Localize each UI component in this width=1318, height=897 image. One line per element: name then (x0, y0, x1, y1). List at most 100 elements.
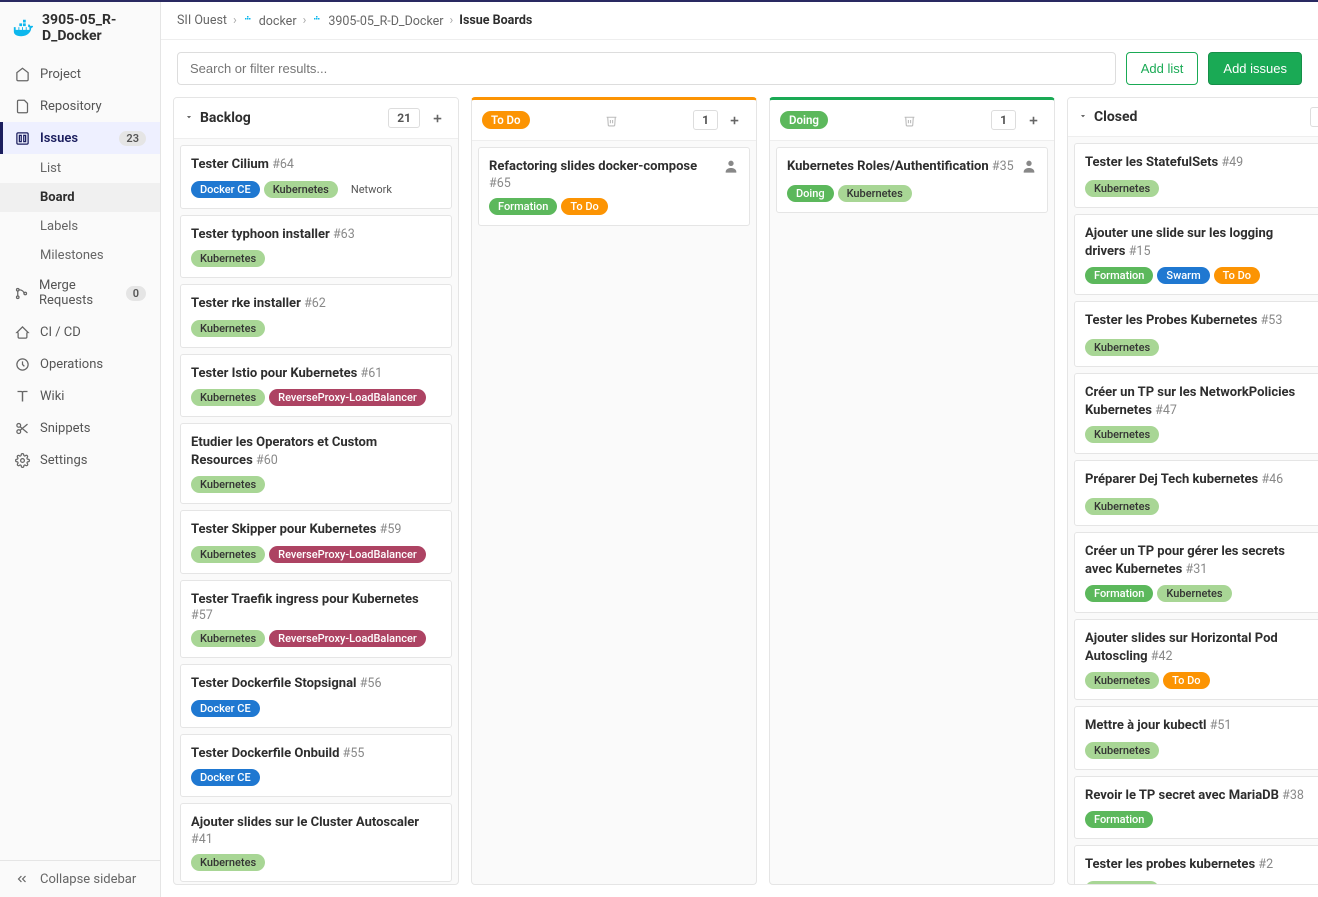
issue-card[interactable]: Tester Traefik ingress pour Kubernetes #… (180, 580, 452, 659)
nav-item-operations[interactable]: Operations (0, 348, 160, 380)
project-header[interactable]: 3905-05_R-D_Docker (0, 2, 160, 54)
label-pill[interactable]: To Do (1163, 672, 1209, 689)
breadcrumb-item[interactable]: docker (243, 12, 297, 29)
nav-item-ci-cd[interactable]: CI / CD (0, 316, 160, 348)
issue-card[interactable]: Tester les Probes Kubernetes #53 Kuberne… (1074, 301, 1318, 367)
column-title-pill: Doing (780, 111, 828, 129)
column-header: To Do 1 (472, 100, 756, 141)
sub-item-list[interactable]: List (0, 154, 160, 183)
card-labels: Kubernetes (191, 320, 441, 337)
label-pill[interactable]: Docker CE (191, 181, 260, 198)
label-pill[interactable]: Kubernetes (191, 854, 265, 871)
label-pill[interactable]: Doing (787, 185, 834, 202)
sub-item-milestones[interactable]: Milestones (0, 241, 160, 270)
caret-down-icon[interactable] (1078, 110, 1088, 125)
nav-item-wiki[interactable]: Wiki (0, 380, 160, 412)
column-delete-button[interactable] (899, 109, 921, 131)
column-title: Backlog (200, 110, 251, 126)
wiki-icon (14, 388, 30, 404)
issue-card[interactable]: Tester Skipper pour Kubernetes #59 Kuber… (180, 510, 452, 574)
issue-card[interactable]: Mettre à jour kubectl #51 Kubernetes (1074, 706, 1318, 770)
issue-card[interactable]: Tester Dockerfile Stopsignal #56 Docker … (180, 664, 452, 728)
issue-card[interactable]: Tester les StatefulSets #49 Kubernetes (1074, 143, 1318, 208)
issue-card[interactable]: Tester les probes kubernetes #2 Kubernet… (1074, 845, 1318, 884)
label-pill[interactable]: ReverseProxy-LoadBalancer (269, 389, 426, 406)
label-pill[interactable]: Kubernetes (1085, 672, 1159, 689)
label-pill[interactable]: ReverseProxy-LoadBalancer (269, 546, 426, 563)
issue-card[interactable]: Revoir le TP secret avec MariaDB #38 For… (1074, 776, 1318, 840)
column-count: 42 (1310, 107, 1318, 127)
label-pill[interactable]: Formation (1085, 267, 1153, 284)
label-pill[interactable]: Swarm (1157, 267, 1209, 284)
card-ref: #47 (1155, 403, 1177, 418)
issue-card[interactable]: Ajouter slides sur Horizontal Pod Autosc… (1074, 619, 1318, 700)
label-pill[interactable]: To Do (1214, 267, 1260, 284)
label-pill[interactable]: Kubernetes (264, 181, 338, 198)
nav-label: Settings (40, 453, 87, 468)
column-add-button[interactable] (1022, 109, 1044, 131)
label-pill[interactable]: Formation (1085, 811, 1153, 828)
nav-item-snippets[interactable]: Snippets (0, 412, 160, 444)
add-issues-button[interactable]: Add issues (1208, 52, 1302, 85)
issue-card[interactable]: Préparer Dej Tech kubernetes #46 Kuberne… (1074, 460, 1318, 526)
issue-card[interactable]: Ajouter slides sur le Cluster Autoscaler… (180, 803, 452, 882)
column-delete-button[interactable] (600, 109, 622, 131)
label-pill[interactable]: Kubernetes (191, 389, 265, 406)
issue-card[interactable]: Tester Cilium #64 Docker CEKubernetesNet… (180, 145, 452, 209)
label-pill[interactable]: Kubernetes (1085, 426, 1159, 443)
label-pill[interactable]: Kubernetes (1085, 742, 1159, 759)
breadcrumb-item[interactable]: 3905-05_R-D_Docker (312, 12, 443, 29)
label-pill[interactable]: Kubernetes (1157, 585, 1231, 602)
collapse-sidebar[interactable]: Collapse sidebar (0, 860, 160, 897)
add-list-button[interactable]: Add list (1126, 52, 1199, 85)
label-pill[interactable]: Formation (1085, 585, 1153, 602)
issue-card[interactable]: Créer un TP sur les NetworkPolicies Kube… (1074, 373, 1318, 454)
column-add-button[interactable] (426, 107, 448, 129)
column-body: Tester les StatefulSets #49 Kubernetes A… (1068, 137, 1318, 884)
card-labels: Kubernetes (1085, 180, 1318, 197)
issue-card[interactable]: Refactoring slides docker-compose #65 Fo… (478, 147, 750, 226)
sub-item-board[interactable]: Board (0, 183, 160, 212)
nav-item-repository[interactable]: Repository (0, 90, 160, 122)
issue-card[interactable]: Tester rke installer #62 Kubernetes (180, 284, 452, 348)
label-pill[interactable]: Kubernetes (191, 250, 265, 267)
card-title: Ajouter slides sur Horizontal Pod Autosc… (1085, 630, 1313, 665)
nav-label: CI / CD (40, 325, 81, 340)
issue-card[interactable]: Tester Dockerfile Onbuild #55 Docker CE (180, 734, 452, 798)
label-pill[interactable]: Kubernetes (1085, 498, 1159, 515)
label-pill[interactable]: Kubernetes (191, 320, 265, 337)
label-pill[interactable]: To Do (561, 198, 607, 215)
label-pill[interactable]: Kubernetes (191, 630, 265, 647)
column-add-button[interactable] (724, 109, 746, 131)
nav-label: Project (40, 67, 81, 82)
card-ref: #42 (1151, 649, 1173, 664)
label-pill[interactable]: ReverseProxy-LoadBalancer (269, 630, 426, 647)
caret-down-icon[interactable] (184, 111, 194, 126)
label-pill[interactable]: Kubernetes (1085, 339, 1159, 356)
breadcrumb-separator: › (303, 13, 307, 28)
nav-item-issues[interactable]: Issues23 (0, 122, 160, 154)
issue-card[interactable]: Tester Istio pour Kubernetes #61 Kuberne… (180, 354, 452, 418)
nav-item-settings[interactable]: Settings (0, 444, 160, 476)
label-pill[interactable]: Kubernetes (191, 546, 265, 563)
card-ref: #61 (361, 366, 383, 381)
label-pill[interactable]: Network (342, 181, 401, 198)
issue-card[interactable]: Créer un TP pour gérer les secrets avec … (1074, 532, 1318, 613)
label-pill[interactable]: Docker CE (191, 769, 260, 786)
sub-item-labels[interactable]: Labels (0, 212, 160, 241)
nav-item-project[interactable]: Project (0, 58, 160, 90)
nav-item-merge-requests[interactable]: Merge Requests0 (0, 270, 160, 316)
label-pill[interactable]: Docker CE (191, 700, 260, 717)
label-pill[interactable]: Kubernetes (838, 185, 912, 202)
issue-card[interactable]: Tester typhoon installer #63 Kubernetes (180, 215, 452, 279)
column-body: Kubernetes Roles/Authentification #35 Do… (770, 141, 1054, 884)
label-pill[interactable]: Kubernetes (1085, 881, 1159, 884)
breadcrumb-item[interactable]: SII Ouest (177, 13, 227, 28)
label-pill[interactable]: Kubernetes (191, 476, 265, 493)
label-pill[interactable]: Formation (489, 198, 557, 215)
label-pill[interactable]: Kubernetes (1085, 180, 1159, 197)
issue-card[interactable]: Etudier les Operators et Custom Resource… (180, 423, 452, 504)
search-input[interactable] (177, 52, 1116, 85)
issue-card[interactable]: Kubernetes Roles/Authentification #35 Do… (776, 147, 1048, 213)
issue-card[interactable]: Ajouter une slide sur les logging driver… (1074, 214, 1318, 295)
